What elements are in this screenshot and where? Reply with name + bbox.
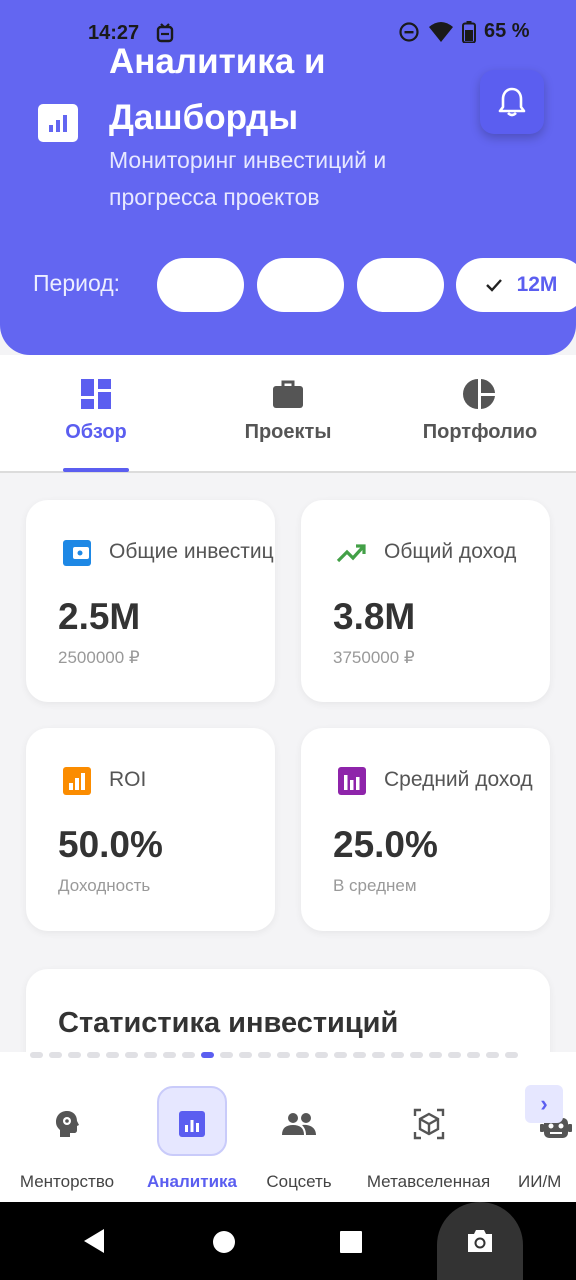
stat-card-roi[interactable]: ROI 50.0% Доходность bbox=[26, 728, 275, 931]
stat-card-avg-income[interactable]: Средний доход 25.0% В среднем bbox=[301, 728, 550, 931]
nav-label: Аналитика bbox=[147, 1172, 237, 1191]
nav-scroll-indicator bbox=[30, 1052, 518, 1058]
people-icon bbox=[279, 1104, 319, 1144]
notifications-button[interactable] bbox=[480, 70, 544, 134]
bottom-nav: Менторство Аналитика Соцсеть Метавселенн… bbox=[0, 1052, 576, 1202]
nav-item-social[interactable]: Соцсеть bbox=[255, 1104, 343, 1192]
briefcase-icon bbox=[273, 380, 303, 408]
nav-item-mentorship[interactable]: Менторство bbox=[6, 1104, 128, 1192]
nav-label: Соцсеть bbox=[266, 1172, 332, 1191]
analytics-icon bbox=[38, 104, 78, 142]
period-chip-label: 12M bbox=[516, 273, 558, 296]
period-chip-2[interactable] bbox=[257, 258, 344, 312]
recents-icon[interactable] bbox=[340, 1231, 362, 1253]
back-icon[interactable] bbox=[82, 1228, 106, 1254]
tab-indicator bbox=[63, 468, 129, 472]
period-label: Период: bbox=[33, 270, 121, 296]
chevron-right-icon: › bbox=[540, 1091, 548, 1116]
analytics-icon bbox=[172, 1104, 212, 1144]
wallet-icon bbox=[63, 540, 91, 566]
home-icon[interactable] bbox=[212, 1230, 236, 1254]
card-value: 2.5M bbox=[58, 596, 141, 637]
dashboard-icon bbox=[81, 379, 111, 409]
nav-item-metaverse[interactable]: Метавселенная bbox=[357, 1104, 500, 1192]
card-value: 50.0% bbox=[58, 824, 163, 865]
cube-icon bbox=[409, 1104, 449, 1144]
card-label: ROI bbox=[109, 768, 147, 791]
card-subtext: В среднем bbox=[333, 876, 417, 895]
card-value: 3.8M bbox=[333, 596, 416, 637]
trending-up-icon bbox=[336, 544, 366, 563]
screenshot-button[interactable] bbox=[437, 1202, 523, 1280]
system-navigation-bar bbox=[0, 1202, 576, 1280]
card-subtext: 3750000 ₽ bbox=[333, 648, 415, 667]
tab-label: Портфолио bbox=[422, 421, 538, 443]
header: 14:27 65 % Аналитика и Дашборды Монитори… bbox=[0, 0, 576, 355]
insights-icon bbox=[338, 767, 366, 795]
page-subtitle: Мониторинг инвестиций и прогресса проект… bbox=[109, 147, 387, 210]
stat-card-investments[interactable]: Общие инвестиции 2.5M 2500000 ₽ bbox=[26, 500, 275, 702]
period-chip-12m[interactable]: 12M bbox=[456, 258, 576, 312]
period-chip-3[interactable] bbox=[357, 258, 444, 312]
tab-label: Обзор bbox=[65, 421, 127, 443]
period-chip-1[interactable] bbox=[157, 258, 244, 312]
section-title: Статистика инвестиций bbox=[58, 1007, 399, 1039]
bar-chart-icon bbox=[63, 767, 91, 795]
bell-icon bbox=[498, 87, 526, 117]
card-value: 25.0% bbox=[333, 824, 438, 865]
tab-portfolio[interactable]: Портфолио bbox=[384, 377, 576, 444]
nav-scroll-right-button[interactable]: › bbox=[525, 1085, 563, 1123]
nav-label: Метавселенная bbox=[366, 1172, 491, 1191]
stat-card-income[interactable]: Общий доход 3.8M 3750000 ₽ bbox=[301, 500, 550, 702]
tab-bar: Обзор Проекты Портфолио bbox=[0, 355, 576, 473]
mentor-icon bbox=[47, 1104, 87, 1144]
card-label: Общий доход bbox=[384, 540, 517, 563]
battery-icon bbox=[462, 20, 476, 43]
check-icon bbox=[485, 279, 502, 292]
page-title: Аналитика и Дашборды bbox=[109, 42, 326, 137]
card-label: Общие инвестиции bbox=[109, 540, 275, 563]
nav-label: Менторство bbox=[19, 1172, 115, 1191]
camera-icon bbox=[468, 1230, 492, 1252]
tab-overview[interactable]: Обзор bbox=[0, 377, 192, 444]
battery-percent: 65 % bbox=[484, 20, 530, 42]
nav-item-analytics[interactable]: Аналитика bbox=[132, 1104, 252, 1192]
card-subtext: 2500000 ₽ bbox=[58, 648, 140, 667]
nav-label: ИИ/М bbox=[518, 1172, 562, 1191]
tab-label: Проекты bbox=[244, 421, 332, 443]
pie-chart-icon bbox=[463, 379, 495, 409]
tab-projects[interactable]: Проекты bbox=[192, 377, 384, 444]
card-subtext: Доходность bbox=[58, 876, 151, 895]
card-label: Средний доход bbox=[384, 768, 533, 791]
